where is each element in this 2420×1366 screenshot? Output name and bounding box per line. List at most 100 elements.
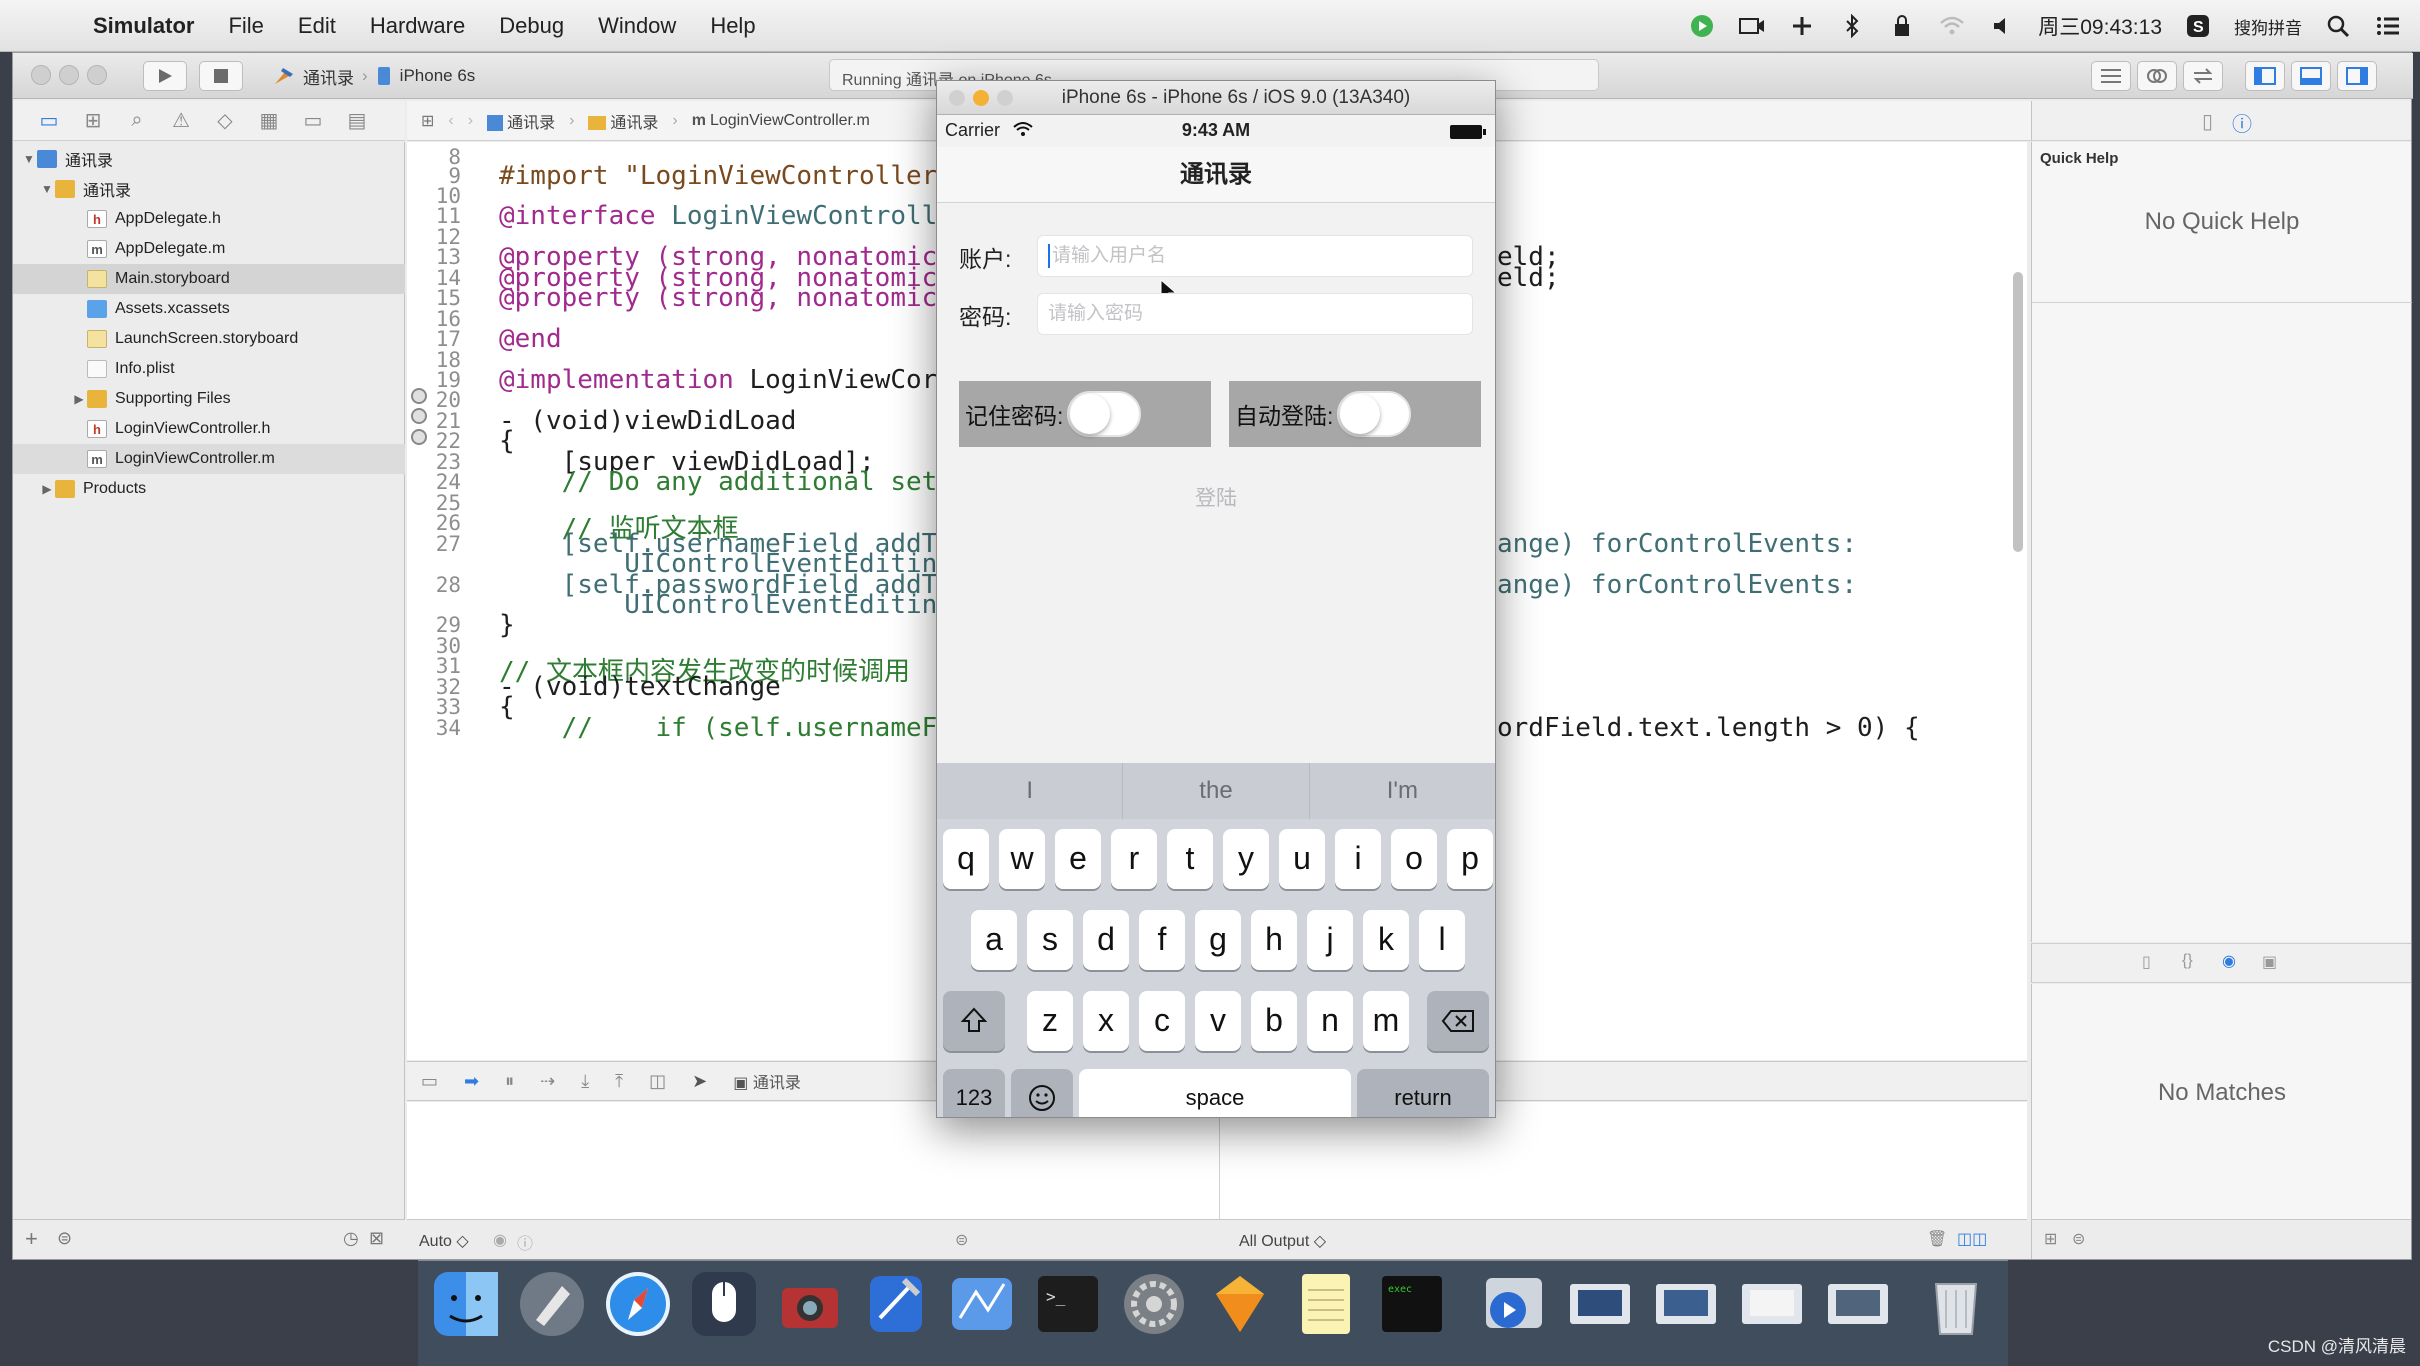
key-m[interactable]: m bbox=[1363, 991, 1409, 1051]
breadcrumb-file[interactable]: m LoginViewController.m bbox=[692, 112, 870, 130]
toggle-debug-area-button[interactable] bbox=[2291, 61, 2331, 91]
sketch-icon[interactable] bbox=[1204, 1268, 1276, 1340]
hide-debug-area-icon[interactable]: ▭ bbox=[421, 1071, 438, 1092]
variables-scope-select[interactable]: Auto ◇ bbox=[419, 1231, 469, 1251]
finder-icon[interactable] bbox=[430, 1268, 502, 1340]
location-icon[interactable]: ➤ bbox=[692, 1071, 707, 1092]
system-preferences-icon[interactable] bbox=[1118, 1268, 1190, 1340]
trash-icon[interactable]: 🗑 bbox=[1927, 1229, 1947, 1249]
launchpad-icon[interactable] bbox=[516, 1268, 588, 1340]
menubar-clock[interactable]: 周三09:43:13 bbox=[2038, 11, 2162, 41]
step-out-icon[interactable]: ⤒ bbox=[615, 1071, 623, 1092]
space-key[interactable]: space bbox=[1079, 1069, 1351, 1117]
trash-icon[interactable] bbox=[1920, 1268, 1992, 1340]
filter-icon[interactable]: ⊜ bbox=[955, 1230, 968, 1250]
tree-item-group[interactable]: ▶ Products bbox=[13, 474, 405, 504]
back-icon[interactable]: ‹ bbox=[448, 112, 453, 130]
tree-item-file[interactable]: Assets.xcassets bbox=[13, 294, 405, 324]
project-navigator-icon[interactable]: ▭ bbox=[27, 108, 71, 133]
emoji-key[interactable] bbox=[1011, 1069, 1073, 1117]
grid-view-icon[interactable]: ⊞ bbox=[2044, 1229, 2057, 1249]
prediction-suggestion[interactable]: I bbox=[937, 763, 1124, 819]
toggle-utilities-button[interactable] bbox=[2337, 61, 2377, 91]
forward-icon[interactable]: › bbox=[468, 112, 473, 130]
menu-edit[interactable]: Edit bbox=[281, 13, 353, 39]
tree-item-file[interactable]: Main.storyboard bbox=[13, 264, 405, 294]
mouse-app-icon[interactable] bbox=[688, 1268, 760, 1340]
tree-item-group[interactable]: ▼ 通讯录 bbox=[13, 174, 405, 204]
screen-record-icon[interactable] bbox=[1738, 12, 1766, 40]
run-button[interactable] bbox=[143, 61, 187, 91]
wifi-icon[interactable] bbox=[1938, 12, 1966, 40]
close-window-button[interactable] bbox=[949, 90, 965, 106]
password-field[interactable]: 请输入密码 bbox=[1037, 293, 1473, 335]
tree-item-file[interactable]: h AppDelegate.h bbox=[13, 204, 405, 234]
tree-item-file[interactable]: m LoginViewController.m bbox=[13, 444, 405, 474]
version-editor-button[interactable] bbox=[2183, 61, 2223, 91]
minimize-window-button[interactable] bbox=[59, 65, 79, 85]
key-w[interactable]: w bbox=[999, 829, 1045, 889]
disclosure-open-icon[interactable]: ▼ bbox=[39, 182, 55, 196]
breakpoints-toggle-icon[interactable]: ➡ bbox=[464, 1071, 479, 1092]
symbol-navigator-icon[interactable]: ⊞ bbox=[71, 108, 115, 133]
key-o[interactable]: o bbox=[1391, 829, 1437, 889]
lock-icon[interactable] bbox=[1888, 12, 1916, 40]
key-s[interactable]: s bbox=[1027, 910, 1073, 970]
key-q[interactable]: q bbox=[943, 829, 989, 889]
filter-icon[interactable]: ⊜ bbox=[57, 1228, 72, 1249]
key-y[interactable]: y bbox=[1223, 829, 1269, 889]
code-snippet-icon[interactable]: {} bbox=[2182, 952, 2193, 970]
file-inspector-icon[interactable]: ▯ bbox=[2202, 109, 2213, 134]
unix-exec-icon[interactable]: exec bbox=[1376, 1268, 1448, 1340]
key-p[interactable]: p bbox=[1447, 829, 1493, 889]
disclosure-closed-icon[interactable]: ▶ bbox=[39, 482, 55, 496]
tree-item-project[interactable]: ▼ 通讯录 bbox=[13, 144, 405, 174]
volume-icon[interactable] bbox=[1988, 12, 2016, 40]
key-g[interactable]: g bbox=[1195, 910, 1241, 970]
numbers-key[interactable]: 123 bbox=[943, 1069, 1005, 1117]
breakpoint-navigator-icon[interactable]: ▭ bbox=[291, 108, 335, 133]
return-key[interactable]: return bbox=[1357, 1069, 1489, 1117]
related-items-icon[interactable]: ⊞ bbox=[421, 111, 434, 131]
recent-files-icon[interactable]: ◷ bbox=[343, 1228, 359, 1249]
test-navigator-icon[interactable]: ◇ bbox=[203, 108, 247, 133]
key-n[interactable]: n bbox=[1307, 991, 1353, 1051]
menu-file[interactable]: File bbox=[211, 13, 280, 39]
menu-simulator[interactable]: Simulator bbox=[76, 13, 211, 39]
disclosure-closed-icon[interactable]: ▶ bbox=[71, 392, 87, 406]
object-library-icon[interactable]: ◉ bbox=[2222, 951, 2236, 971]
key-k[interactable]: k bbox=[1363, 910, 1409, 970]
bluetooth-icon[interactable] bbox=[1838, 12, 1866, 40]
standard-editor-button[interactable] bbox=[2091, 61, 2131, 91]
key-z[interactable]: z bbox=[1027, 991, 1073, 1051]
key-u[interactable]: u bbox=[1279, 829, 1325, 889]
split-view-icon[interactable]: ◫◫ bbox=[1957, 1229, 1987, 1249]
key-r[interactable]: r bbox=[1111, 829, 1157, 889]
view-debugger-icon[interactable]: ◫ bbox=[649, 1071, 666, 1092]
key-f[interactable]: f bbox=[1139, 910, 1185, 970]
minimize-window-button[interactable] bbox=[973, 90, 989, 106]
tree-item-file[interactable]: LaunchScreen.storyboard bbox=[13, 324, 405, 354]
zoom-window-button[interactable] bbox=[87, 65, 107, 85]
key-t[interactable]: t bbox=[1167, 829, 1213, 889]
find-navigator-icon[interactable]: ⌕ bbox=[115, 109, 159, 132]
simulator-window-icon[interactable] bbox=[1650, 1268, 1722, 1340]
step-over-icon[interactable]: ⇢ bbox=[540, 1071, 555, 1092]
key-e[interactable]: e bbox=[1055, 829, 1101, 889]
step-into-icon[interactable]: ⤓ bbox=[581, 1071, 589, 1092]
console-output-select[interactable]: All Output ◇ bbox=[1239, 1231, 1326, 1251]
zoom-window-button[interactable] bbox=[997, 90, 1013, 106]
shift-key[interactable] bbox=[943, 991, 1005, 1051]
xcode-icon[interactable] bbox=[860, 1268, 932, 1340]
username-field[interactable]: 请输入用户名 bbox=[1037, 235, 1473, 277]
key-v[interactable]: v bbox=[1195, 991, 1241, 1051]
disclosure-open-icon[interactable]: ▼ bbox=[21, 152, 37, 166]
breadcrumb-group[interactable]: 通讯录 bbox=[588, 109, 658, 133]
close-window-button[interactable] bbox=[31, 65, 51, 85]
toggle-navigator-button[interactable] bbox=[2245, 61, 2285, 91]
assistant-editor-button[interactable] bbox=[2137, 61, 2177, 91]
menu-hardware[interactable]: Hardware bbox=[353, 13, 482, 39]
instruments-icon[interactable] bbox=[946, 1268, 1018, 1340]
spotlight-search-icon[interactable] bbox=[2324, 12, 2352, 40]
terminal-icon[interactable]: >_ bbox=[1032, 1268, 1104, 1340]
